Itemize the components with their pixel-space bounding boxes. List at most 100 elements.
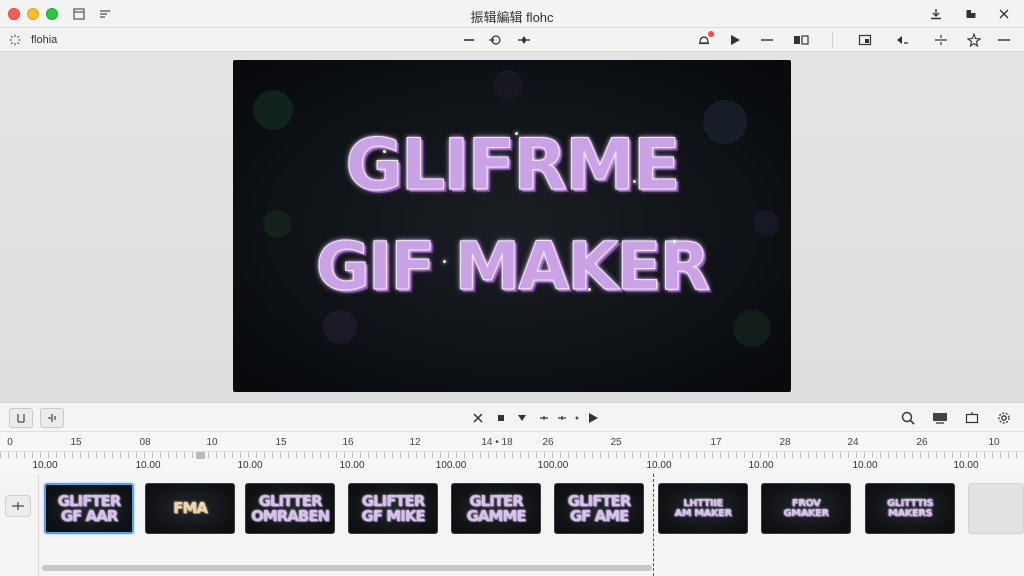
preview-area: GLIFRME GIF MAKER <box>0 52 1024 402</box>
shuffle-icon[interactable] <box>470 408 486 428</box>
dot-icon <box>573 408 581 428</box>
fit-screen-icon[interactable] <box>962 408 982 428</box>
sparkle-settings-icon[interactable] <box>6 31 24 49</box>
ruler-label: 26 <box>542 437 554 448</box>
bokeh-light <box>323 310 357 344</box>
ruler-label: 14 • 18 <box>481 437 513 448</box>
notification-icon[interactable] <box>695 31 714 49</box>
ruler-label: 24 <box>847 437 859 448</box>
play-button[interactable] <box>586 408 600 428</box>
ruler-label: 17 <box>710 437 722 448</box>
rewind-icon[interactable] <box>894 31 912 49</box>
toolbar-label: flohia <box>31 34 58 46</box>
minus-icon[interactable] <box>758 31 776 49</box>
timecode-ticks <box>0 452 1024 458</box>
frame-label: FMA <box>173 499 208 517</box>
search-icon[interactable] <box>899 408 917 428</box>
timeline-ruler[interactable]: 0 15 08 10 15 16 12 14 • 18 26 25 17 28 … <box>0 432 1024 452</box>
frame-view-button[interactable] <box>9 408 33 428</box>
ruler-label: 12 <box>409 437 421 448</box>
frame-timecode: 10.00 <box>339 460 365 471</box>
add-frame-button[interactable] <box>5 495 31 517</box>
sparkle <box>588 288 591 291</box>
frame-timecode: 10.00 <box>135 460 161 471</box>
window-layout-icon[interactable] <box>962 5 980 23</box>
sparkle <box>443 260 446 263</box>
zoom-out-icon[interactable] <box>460 31 478 49</box>
frame-thumbnail[interactable]: GLIFTER GF AAR <box>44 483 134 534</box>
frame-timecode: 10.00 <box>32 460 58 471</box>
glitter-text-line-2: GIF MAKER <box>315 228 711 306</box>
play-icon[interactable] <box>726 31 744 49</box>
ruler-label: 25 <box>610 437 622 448</box>
frame-thumbnail[interactable]: GLIFTER GF MIKE <box>348 483 438 534</box>
ruler-label: 16 <box>342 437 354 448</box>
frames-track: GLIFTER GF AAR FMA GLITTER OMRABEN GLIFT… <box>0 474 1024 576</box>
ruler-label: 26 <box>916 437 928 448</box>
horizontal-scrollbar[interactable] <box>42 565 652 571</box>
playback-bar <box>0 402 1024 432</box>
sparkle <box>515 132 518 135</box>
frame-thumbnail[interactable]: FROV GMAKER <box>761 483 851 534</box>
ruler-label: 15 <box>70 437 82 448</box>
effects-icon[interactable] <box>965 31 983 49</box>
frame-thumbnail[interactable]: LHTTIIE AM MAKER <box>658 483 748 534</box>
split-frame-button[interactable] <box>40 408 64 428</box>
frame-thumbnail[interactable]: GLITTTIS MAKERS <box>865 483 955 534</box>
toolbar: flohia <box>0 28 1024 52</box>
frame-timecode: 100.00 <box>537 460 569 471</box>
timecode-row[interactable]: 10.00 10.00 10.00 10.00 100.00 100.00 10… <box>0 452 1024 474</box>
next-frame-icon[interactable] <box>556 408 568 428</box>
frame-thumbnail[interactable]: GLITER GAMME <box>451 483 541 534</box>
playhead[interactable] <box>653 474 654 576</box>
frame-label: GLITTTIS MAKERS <box>886 497 934 519</box>
ruler-label: 28 <box>779 437 791 448</box>
frame-label: GLITER GAMME <box>466 491 526 525</box>
empty-frame-slot[interactable] <box>968 483 1024 534</box>
sparkle <box>633 180 636 183</box>
track-divider <box>38 474 39 576</box>
gear-icon[interactable] <box>994 408 1014 428</box>
frame-label: FROV GMAKER <box>783 497 829 519</box>
stop-icon[interactable] <box>496 408 506 428</box>
frame-timecode: 10.00 <box>237 460 263 471</box>
previous-frame-icon[interactable] <box>538 408 550 428</box>
record-indicator <box>708 31 714 37</box>
frame-label: LHTTIIE AM MAKER <box>674 497 732 519</box>
ruler-label: 10 <box>988 437 1000 448</box>
align-icon[interactable] <box>932 31 950 49</box>
scrubber-handle[interactable] <box>196 452 205 459</box>
ruler-label: 08 <box>139 437 151 448</box>
dropdown-icon[interactable] <box>516 408 528 428</box>
sparkle <box>383 150 386 153</box>
display-icon[interactable] <box>930 408 950 428</box>
frame-thumbnail[interactable]: GLIFTER GF AME <box>554 483 644 534</box>
more-options-icon[interactable] <box>995 31 1013 49</box>
split-view-icon[interactable] <box>792 31 810 49</box>
crop-icon[interactable] <box>856 31 874 49</box>
loop-icon[interactable] <box>486 31 504 49</box>
frame-timecode: 10.00 <box>748 460 774 471</box>
frame-timecode: 100.00 <box>435 460 467 471</box>
frame-label: GLIFTER GF AME <box>567 491 632 525</box>
frame-label: GLIFTER GF AAR <box>57 491 122 525</box>
ruler-label: 0 <box>7 437 13 448</box>
toolbar-separator <box>832 32 833 48</box>
frame-timecode: 10.00 <box>953 460 979 471</box>
close-icon[interactable] <box>995 5 1013 23</box>
preview-canvas[interactable]: GLIFRME GIF MAKER <box>233 60 791 392</box>
glitter-text-line-1: GLIFRME <box>345 124 681 207</box>
frame-timecode: 10.00 <box>646 460 672 471</box>
ruler-label: 15 <box>275 437 287 448</box>
frame-thumbnail[interactable]: GLITTER OMRABEN <box>245 483 335 534</box>
sparkle <box>673 240 676 243</box>
bokeh-light <box>733 310 771 348</box>
move-icon[interactable] <box>515 31 533 49</box>
frame-thumbnail[interactable]: FMA <box>145 483 235 534</box>
frame-label: GLITTER OMRABEN <box>250 491 330 525</box>
export-icon[interactable] <box>927 5 945 23</box>
frame-timecode: 10.00 <box>852 460 878 471</box>
window-title: 振辑編辑 flohc <box>470 10 554 25</box>
title-bar: 振辑編辑 flohc <box>0 0 1024 28</box>
frame-label: GLIFTER GF MIKE <box>361 491 425 525</box>
